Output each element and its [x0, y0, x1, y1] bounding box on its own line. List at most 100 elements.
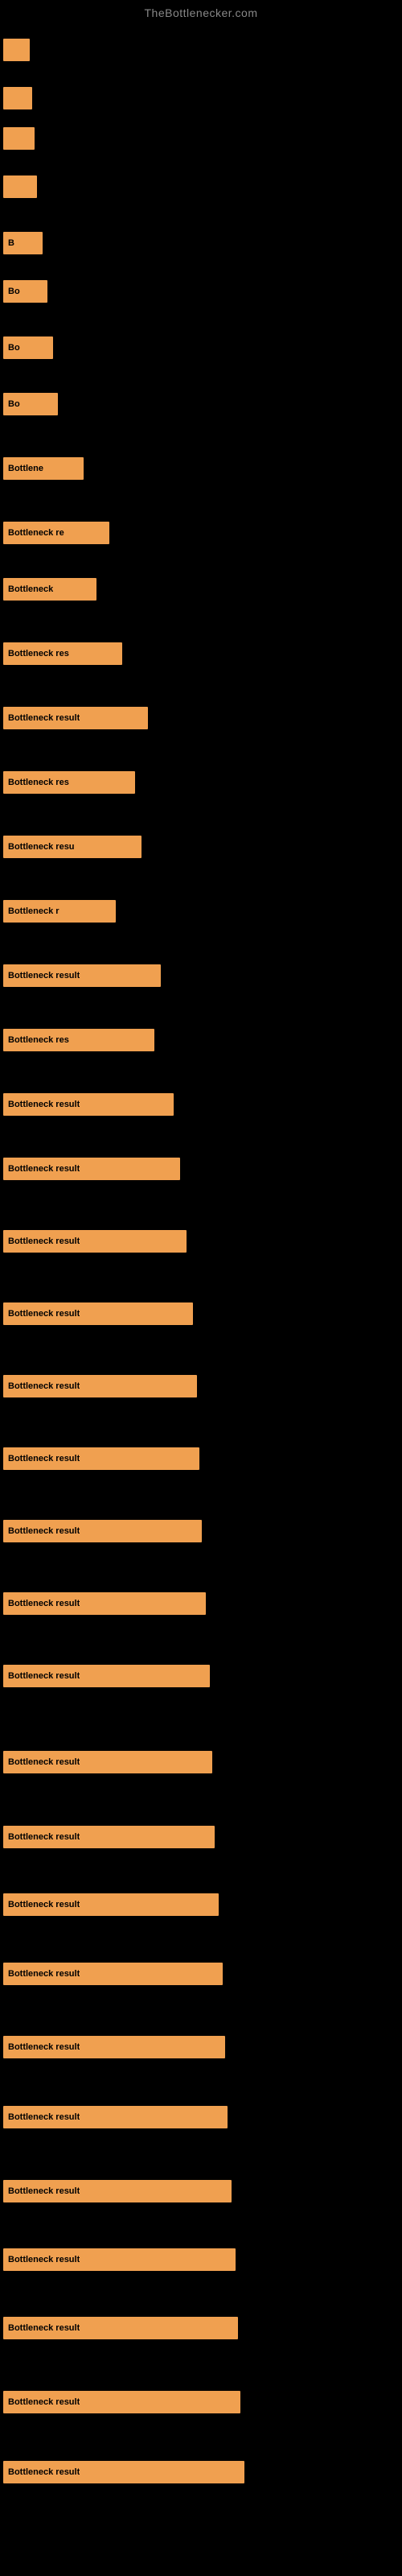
bar-label-19: Bottleneck result: [8, 1164, 80, 1174]
result-bar-13: Bottleneck res: [3, 771, 135, 794]
bar-wrapper-14: Bottleneck resu: [3, 836, 142, 858]
bar-label-32: Bottleneck result: [8, 2112, 80, 2122]
bar-label-25: Bottleneck result: [8, 1599, 80, 1608]
bar-label-16: Bottleneck result: [8, 971, 80, 980]
result-bar-15: Bottleneck r: [3, 900, 116, 923]
bar-label-34: Bottleneck result: [8, 2255, 80, 2264]
bar-label-11: Bottleneck res: [8, 649, 69, 658]
bar-label-21: Bottleneck result: [8, 1309, 80, 1319]
bar-wrapper-30: Bottleneck result: [3, 1963, 223, 1985]
site-title: TheBottlenecker.com: [0, 0, 402, 23]
bar-label-17: Bottleneck res: [8, 1035, 69, 1045]
bar-wrapper-25: Bottleneck result: [3, 1592, 206, 1615]
bar-wrapper-0: [3, 39, 30, 61]
bar-label-5: Bo: [8, 287, 20, 296]
bar-wrapper-11: Bottleneck res: [3, 642, 122, 665]
bar-label-20: Bottleneck result: [8, 1236, 80, 1246]
bar-wrapper-29: Bottleneck result: [3, 1893, 219, 1916]
result-bar-28: Bottleneck result: [3, 1826, 215, 1848]
bar-wrapper-16: Bottleneck result: [3, 964, 161, 987]
bar-label-18: Bottleneck result: [8, 1100, 80, 1109]
result-bar-29: Bottleneck result: [3, 1893, 219, 1916]
bar-wrapper-21: Bottleneck result: [3, 1302, 193, 1325]
result-bar-1: [3, 87, 32, 109]
bars-container: B Bo Bo Bo Bottlene Bottleneck re Bottleneck Bo…: [0, 23, 402, 2558]
bar-label-4: B: [8, 238, 14, 248]
bar-label-10: Bottleneck: [8, 584, 53, 594]
result-bar-16: Bottleneck result: [3, 964, 161, 987]
result-bar-22: Bottleneck result: [3, 1375, 197, 1397]
bar-wrapper-23: Bottleneck result: [3, 1447, 199, 1470]
bar-label-9: Bottleneck re: [8, 528, 64, 538]
bar-wrapper-28: Bottleneck result: [3, 1826, 215, 1848]
result-bar-4: B: [3, 232, 43, 254]
bar-wrapper-20: Bottleneck result: [3, 1230, 187, 1253]
bar-wrapper-17: Bottleneck res: [3, 1029, 154, 1051]
bar-wrapper-4: B: [3, 232, 43, 254]
bar-label-22: Bottleneck result: [8, 1381, 80, 1391]
bar-wrapper-35: Bottleneck result: [3, 2317, 238, 2339]
bar-wrapper-2: [3, 127, 35, 150]
bar-label-30: Bottleneck result: [8, 1969, 80, 1979]
bar-wrapper-37: Bottleneck result: [3, 2461, 244, 2483]
bar-wrapper-13: Bottleneck res: [3, 771, 135, 794]
bar-wrapper-10: Bottleneck: [3, 578, 96, 601]
bar-wrapper-24: Bottleneck result: [3, 1520, 202, 1542]
bar-label-23: Bottleneck result: [8, 1454, 80, 1463]
bar-label-7: Bo: [8, 399, 20, 409]
bar-label-8: Bottlene: [8, 464, 43, 473]
bar-wrapper-15: Bottleneck r: [3, 900, 116, 923]
result-bar-18: Bottleneck result: [3, 1093, 174, 1116]
result-bar-21: Bottleneck result: [3, 1302, 193, 1325]
result-bar-6: Bo: [3, 336, 53, 359]
bar-wrapper-27: Bottleneck result: [3, 1751, 212, 1773]
bar-wrapper-32: Bottleneck result: [3, 2106, 228, 2128]
bar-label-36: Bottleneck result: [8, 2397, 80, 2407]
result-bar-0: [3, 39, 30, 61]
result-bar-24: Bottleneck result: [3, 1520, 202, 1542]
bar-wrapper-3: [3, 175, 37, 198]
bar-wrapper-34: Bottleneck result: [3, 2248, 236, 2271]
bar-wrapper-33: Bottleneck result: [3, 2180, 232, 2202]
bar-wrapper-6: Bo: [3, 336, 53, 359]
result-bar-34: Bottleneck result: [3, 2248, 236, 2271]
result-bar-36: Bottleneck result: [3, 2391, 240, 2413]
bar-label-28: Bottleneck result: [8, 1832, 80, 1842]
bar-label-27: Bottleneck result: [8, 1757, 80, 1767]
bar-wrapper-19: Bottleneck result: [3, 1158, 180, 1180]
result-bar-9: Bottleneck re: [3, 522, 109, 544]
bar-wrapper-8: Bottlene: [3, 457, 84, 480]
result-bar-32: Bottleneck result: [3, 2106, 228, 2128]
result-bar-3: [3, 175, 37, 198]
result-bar-31: Bottleneck result: [3, 2036, 225, 2058]
result-bar-2: [3, 127, 35, 150]
bar-wrapper-1: [3, 87, 32, 109]
result-bar-27: Bottleneck result: [3, 1751, 212, 1773]
bar-label-6: Bo: [8, 343, 20, 353]
result-bar-17: Bottleneck res: [3, 1029, 154, 1051]
bar-wrapper-5: Bo: [3, 280, 47, 303]
bar-label-29: Bottleneck result: [8, 1900, 80, 1909]
bar-label-15: Bottleneck r: [8, 906, 59, 916]
result-bar-26: Bottleneck result: [3, 1665, 210, 1687]
bar-wrapper-18: Bottleneck result: [3, 1093, 174, 1116]
bar-label-33: Bottleneck result: [8, 2186, 80, 2196]
result-bar-12: Bottleneck result: [3, 707, 148, 729]
bar-label-31: Bottleneck result: [8, 2042, 80, 2052]
result-bar-11: Bottleneck res: [3, 642, 122, 665]
bar-wrapper-7: Bo: [3, 393, 58, 415]
bar-wrapper-26: Bottleneck result: [3, 1665, 210, 1687]
result-bar-7: Bo: [3, 393, 58, 415]
bar-label-14: Bottleneck resu: [8, 842, 75, 852]
result-bar-5: Bo: [3, 280, 47, 303]
result-bar-37: Bottleneck result: [3, 2461, 244, 2483]
result-bar-23: Bottleneck result: [3, 1447, 199, 1470]
bar-wrapper-22: Bottleneck result: [3, 1375, 197, 1397]
result-bar-25: Bottleneck result: [3, 1592, 206, 1615]
bar-wrapper-12: Bottleneck result: [3, 707, 148, 729]
result-bar-14: Bottleneck resu: [3, 836, 142, 858]
bar-wrapper-31: Bottleneck result: [3, 2036, 225, 2058]
bar-label-26: Bottleneck result: [8, 1671, 80, 1681]
result-bar-35: Bottleneck result: [3, 2317, 238, 2339]
result-bar-8: Bottlene: [3, 457, 84, 480]
